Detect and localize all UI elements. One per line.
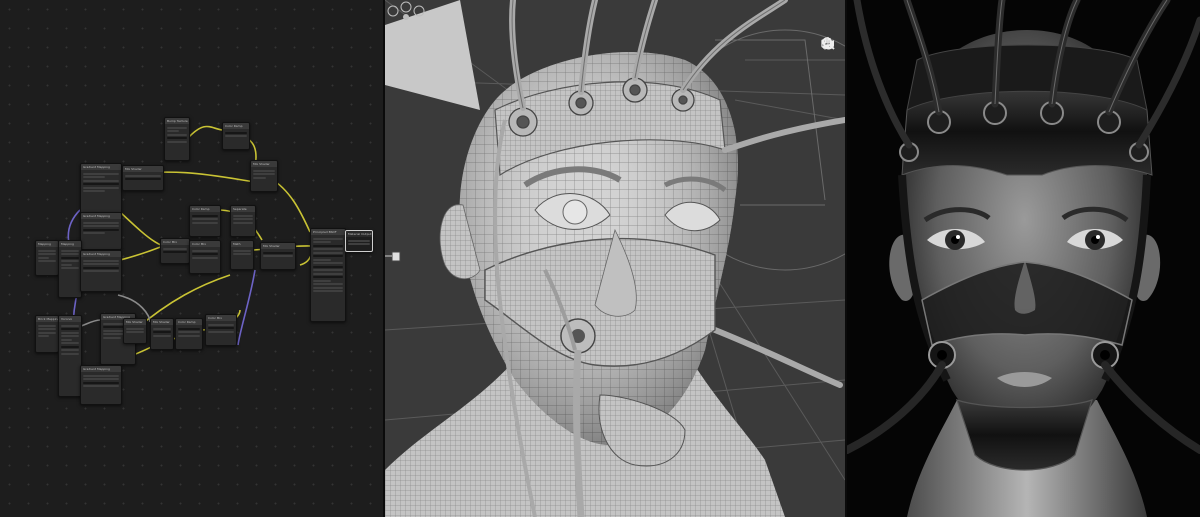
shader-node[interactable]: Color Mix [189,240,221,274]
link [187,125,223,139]
shader-node[interactable]: Gradient Mapping [80,212,122,250]
shader-node[interactable]: Math [230,240,254,270]
shader-node[interactable]: Principled BSDF [310,228,346,322]
3d-viewport[interactable] [385,0,845,517]
grid-icon[interactable] [821,39,837,115]
wireframe-scene [385,0,845,517]
node-title: Bump Texture [165,118,189,124]
node-title: Material Output [346,231,372,237]
shader-node[interactable]: Bump Texture [164,117,190,161]
node-title: Mix Shader [151,319,173,325]
axis-gizmo[interactable] [385,0,427,22]
shader-node[interactable]: Mix Shader [260,242,296,270]
shader-node[interactable]: Mix Shader [150,318,174,350]
shader-node[interactable]: Color Mix [160,238,190,264]
viewport-nav-tools [821,36,837,120]
shader-node[interactable]: Voronoi [58,315,82,397]
render-preview[interactable] [847,0,1200,517]
shader-node[interactable]: Separate [230,205,256,237]
shader-node[interactable]: Color Mix [205,314,237,346]
shader-node[interactable]: Color Ramp [189,205,221,237]
shader-node[interactable]: Gradient Mapping [80,365,122,405]
shader-node[interactable]: Mix Shader [250,160,278,192]
shader-node[interactable]: Gradient Mapping [80,250,122,292]
shader-node[interactable]: Mix Shader [122,165,164,191]
rendered-image [847,0,1200,517]
node-title: Mix Shader [124,319,146,325]
hand-icon[interactable] [821,36,837,73]
node-title: Brick Mapping [36,316,58,322]
light-gizmo [391,251,401,262]
shader-node[interactable]: Mapping [58,240,82,298]
shader-node-editor[interactable]: Bump Texture Color Ramp Gradient Mapping… [0,0,383,517]
app-window: Bump Texture Color Ramp Gradient Mapping… [0,0,1200,517]
shader-node[interactable]: Mapping [35,240,59,276]
shader-node[interactable]: Mix Shader [123,318,147,344]
shader-node[interactable]: Color Ramp [175,318,203,350]
shader-node[interactable]: Brick Mapping [35,315,59,353]
link [237,269,256,346]
shader-node[interactable]: Gradient Mapping [80,163,122,215]
shader-node[interactable]: Color Ramp [222,122,250,150]
camera-icon[interactable] [821,39,837,94]
shader-node[interactable]: Material Output [345,230,373,252]
